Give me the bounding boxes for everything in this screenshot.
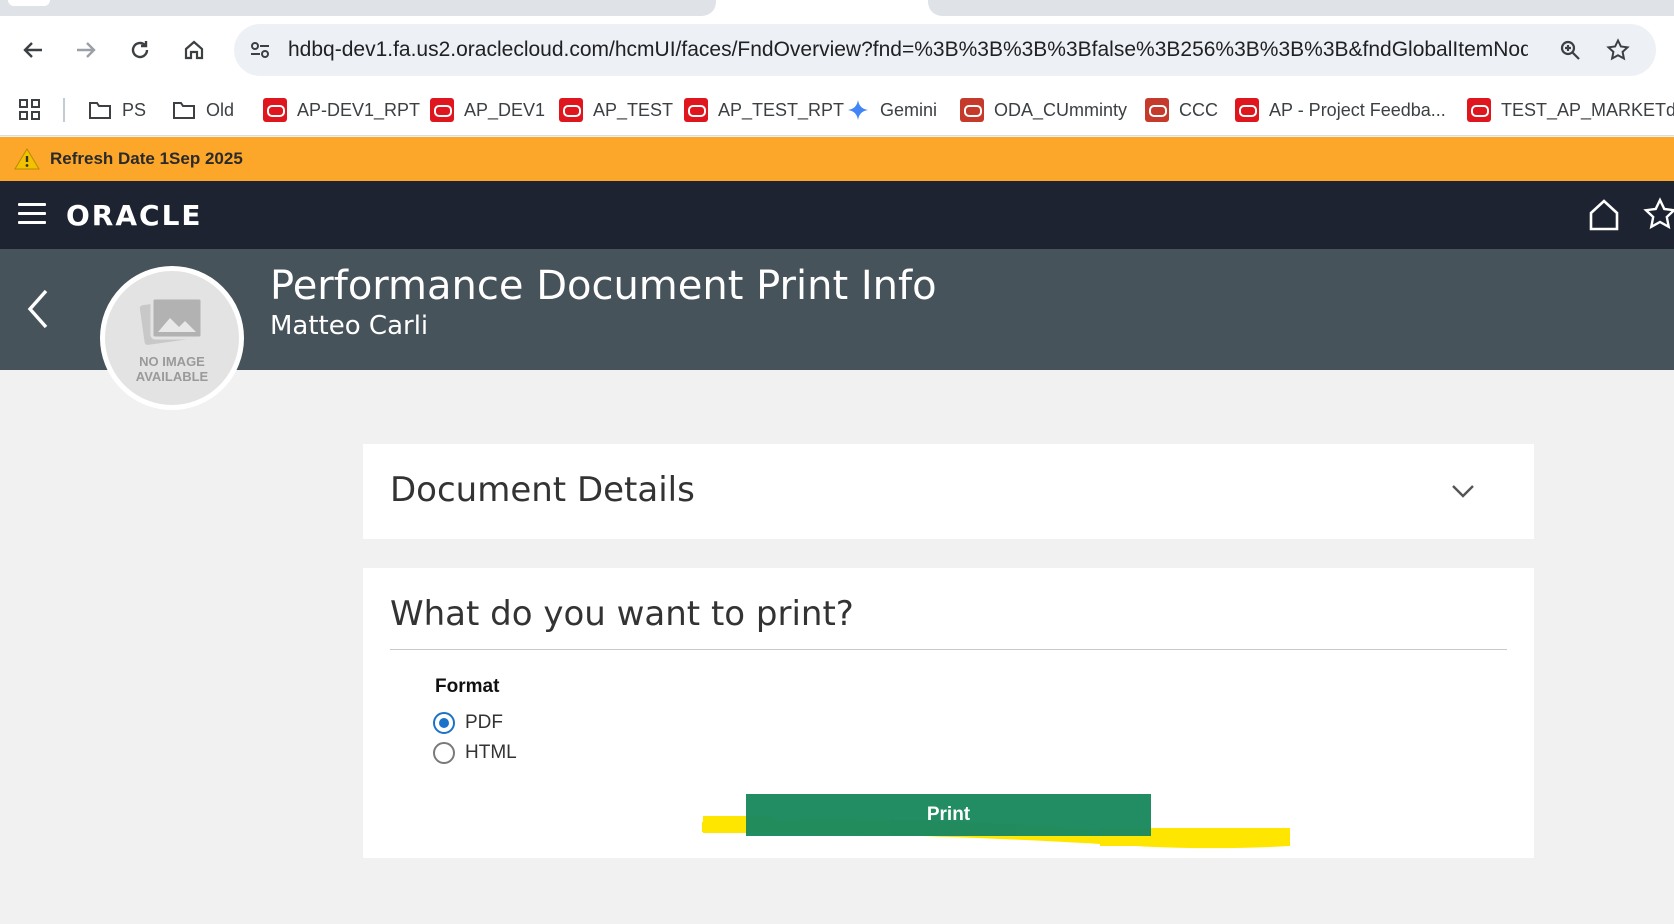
bookmark-ap-project-feedback[interactable]: AP - Project Feedba... <box>1235 96 1446 124</box>
folder-icon <box>172 98 196 122</box>
bookmark-label: ODA_CUmminty <box>994 99 1128 120</box>
bookmark-divider <box>63 98 65 122</box>
bookmark-old[interactable]: Old <box>172 96 234 124</box>
oracle-icon <box>684 98 708 122</box>
bookmark-label: Gemini <box>880 99 938 120</box>
section-title: What do you want to print? <box>390 594 854 634</box>
bookmark-label: CCC <box>1179 99 1218 120</box>
oracle-logo[interactable]: ORACLE <box>66 199 203 232</box>
site-settings-icon[interactable] <box>244 34 276 66</box>
apps-button[interactable] <box>18 96 42 124</box>
avatar: NO IMAGE AVAILABLE <box>100 266 244 410</box>
person-name: Matteo Carli <box>270 311 429 341</box>
bookmark-label: AP_DEV1 <box>464 99 546 120</box>
bookmark-ccc[interactable]: CCC <box>1145 96 1218 124</box>
gemini-icon <box>846 98 870 122</box>
oracle-app-header: ORACLE <box>0 181 1674 249</box>
arrow-right-icon <box>77 42 96 58</box>
url-text[interactable]: hdbq-dev1.fa.us2.oraclecloud.com/hcmUI/f… <box>288 38 1528 62</box>
page-title: Performance Document Print Info <box>270 263 937 309</box>
apps-grid-icon <box>19 99 40 120</box>
warning-icon <box>14 148 40 170</box>
reload-button[interactable] <box>124 34 156 66</box>
oracle-icon <box>1467 98 1491 122</box>
document-details-section[interactable]: Document Details <box>363 444 1534 539</box>
bookmark-test-ap-market[interactable]: TEST_AP_MARKETda... <box>1467 96 1674 124</box>
oracle-icon <box>559 98 583 122</box>
bookmark-label: AP-DEV1_RPT <box>297 99 421 120</box>
inactive-tab-left[interactable] <box>0 0 716 16</box>
format-option-pdf[interactable]: PDF <box>433 712 503 734</box>
banner-text: Refresh Date 1Sep 2025 <box>50 149 243 168</box>
address-bar[interactable]: hdbq-dev1.fa.us2.oraclecloud.com/hcmUI/f… <box>234 24 1656 76</box>
section-title: Document Details <box>390 470 695 510</box>
oracle-icon <box>430 98 454 122</box>
bookmark-label: Old <box>206 99 235 120</box>
bookmark-star-icon[interactable] <box>1602 34 1634 66</box>
print-button[interactable]: Print <box>746 794 1151 836</box>
arrow-left-icon <box>23 42 42 58</box>
oracle-icon <box>1145 98 1169 122</box>
bookmark-oda-cumminty[interactable]: ODA_CUmminty <box>960 96 1127 124</box>
browser-tabstrip <box>0 0 1674 16</box>
oracle-icon <box>1235 98 1259 122</box>
bookmark-label: AP_TEST_RPT <box>718 99 845 120</box>
option-label: PDF <box>465 712 503 733</box>
bookmark-label: PS <box>122 99 147 120</box>
radio-button[interactable] <box>433 742 455 764</box>
inactive-tab-right[interactable] <box>928 0 1674 16</box>
oracle-icon <box>263 98 287 122</box>
bookmark-ap-dev1[interactable]: AP_DEV1 <box>430 96 545 124</box>
radio-button[interactable] <box>433 712 455 734</box>
home-icon <box>184 40 204 60</box>
refresh-banner: Refresh Date 1Sep 2025 <box>0 137 1674 181</box>
favorites-star-icon[interactable] <box>1642 197 1674 233</box>
back-chevron-icon[interactable] <box>22 285 52 333</box>
photo-placeholder-icon <box>139 296 204 345</box>
forward-button[interactable] <box>70 34 102 66</box>
bookmark-label: TEST_AP_MARKETda... <box>1501 99 1674 120</box>
divider <box>390 649 1507 650</box>
bookmark-gemini[interactable]: Gemini <box>846 96 937 124</box>
reload-icon <box>131 41 149 59</box>
format-label: Format <box>435 676 500 697</box>
menu-icon[interactable] <box>18 203 46 227</box>
bookmark-label: AP - Project Feedba... <box>1269 99 1446 120</box>
home-icon[interactable] <box>1586 197 1622 233</box>
bookmark-ap-test[interactable]: AP_TEST <box>559 96 673 124</box>
zoom-icon[interactable] <box>1554 34 1586 66</box>
tab-edge <box>8 0 50 6</box>
bookmark-ps[interactable]: PS <box>88 96 146 124</box>
oracle-icon <box>960 98 984 122</box>
back-button[interactable] <box>17 34 49 66</box>
bookmark-ap-test-rpt[interactable]: AP_TEST_RPT <box>684 96 844 124</box>
option-label: HTML <box>465 742 517 763</box>
bookmark-ap-dev1-rpt[interactable]: AP-DEV1_RPT <box>263 96 420 124</box>
browser-toolbar: hdbq-dev1.fa.us2.oraclecloud.com/hcmUI/f… <box>0 16 1674 84</box>
page-header: Performance Document Print Info Matteo C… <box>0 249 1674 370</box>
chevron-down-icon[interactable] <box>1448 476 1478 506</box>
format-option-html[interactable]: HTML <box>433 742 517 764</box>
bookmark-label: AP_TEST <box>593 99 674 120</box>
home-button[interactable] <box>178 34 210 66</box>
folder-icon <box>88 98 112 122</box>
bookmarks-bar: PS Old AP-DEV1_RPT AP_DEV1 AP_TEST AP_TE… <box>0 84 1674 136</box>
no-image-text: NO IMAGE AVAILABLE <box>135 354 209 384</box>
